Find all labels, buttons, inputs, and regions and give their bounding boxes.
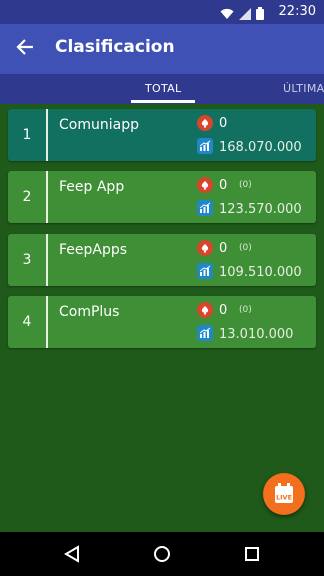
points-delta: (0)	[239, 243, 252, 253]
rank-number: 4	[22, 314, 32, 330]
points-icon	[197, 177, 213, 193]
nav-home-button[interactable]	[152, 544, 172, 564]
square-recents-icon	[245, 547, 259, 561]
signal-icon	[239, 5, 251, 24]
money-chart-icon	[197, 138, 213, 154]
money-value: 109.510.000	[219, 265, 302, 280]
status-icons	[220, 5, 264, 24]
nav-recents-button[interactable]	[242, 544, 262, 564]
rank-number: 3	[22, 252, 32, 268]
status-time: 22:30	[278, 4, 316, 19]
points-icon	[197, 302, 213, 318]
tab-ultima[interactable]: ÚLTIMA	[283, 82, 324, 95]
points-value: 0	[219, 116, 228, 131]
live-label: LIVE	[276, 494, 292, 502]
table-row[interactable]: 4 ComPlus 0 (0) 13.010.000	[8, 296, 316, 348]
live-fab-button[interactable]: LIVE	[263, 473, 305, 515]
points-delta: (0)	[239, 305, 252, 315]
live-tv-icon: LIVE	[275, 483, 293, 503]
app-bar: Clasificacion	[0, 24, 324, 74]
status-bar: 22:30	[0, 0, 324, 24]
tab-indicator	[131, 100, 195, 103]
points-icon	[197, 240, 213, 256]
money-chart-icon	[197, 325, 213, 341]
row-divider	[46, 234, 48, 286]
points-delta: (0)	[239, 180, 252, 190]
table-row[interactable]: 3 FeepApps 0 (0) 109.510.000	[8, 234, 316, 286]
table-row[interactable]: 1 Comuniapp 0 168.070.000	[8, 109, 316, 161]
team-name: FeepApps	[59, 242, 128, 258]
points-value: 0	[219, 178, 228, 193]
team-name: Comuniapp	[59, 117, 139, 133]
back-button[interactable]	[10, 35, 40, 63]
wifi-icon	[220, 5, 234, 24]
money-value: 13.010.000	[219, 327, 294, 342]
points-icon	[197, 115, 213, 131]
nav-back-button[interactable]	[62, 544, 82, 564]
rank-number: 1	[22, 127, 32, 143]
money-value: 123.570.000	[219, 202, 302, 217]
page-title: Clasificacion	[55, 37, 175, 57]
points-value: 0	[219, 241, 228, 256]
team-name: ComPlus	[59, 304, 120, 320]
table-row[interactable]: 2 Feep App 0 (0) 123.570.000	[8, 171, 316, 223]
points-value: 0	[219, 303, 228, 318]
battery-icon	[256, 5, 264, 24]
money-value: 168.070.000	[219, 140, 302, 155]
arrow-left-icon	[16, 39, 34, 59]
tab-bar: TOTAL ÚLTIMA	[0, 74, 324, 104]
money-chart-icon	[197, 263, 213, 279]
tab-total[interactable]: TOTAL	[145, 82, 181, 95]
system-nav-bar	[0, 532, 324, 576]
money-chart-icon	[197, 200, 213, 216]
triangle-back-icon	[64, 545, 79, 563]
row-divider	[46, 171, 48, 223]
team-name: Feep App	[59, 179, 125, 195]
row-divider	[46, 296, 48, 348]
row-divider	[46, 109, 48, 161]
rank-number: 2	[22, 189, 32, 205]
circle-home-icon	[154, 546, 170, 562]
